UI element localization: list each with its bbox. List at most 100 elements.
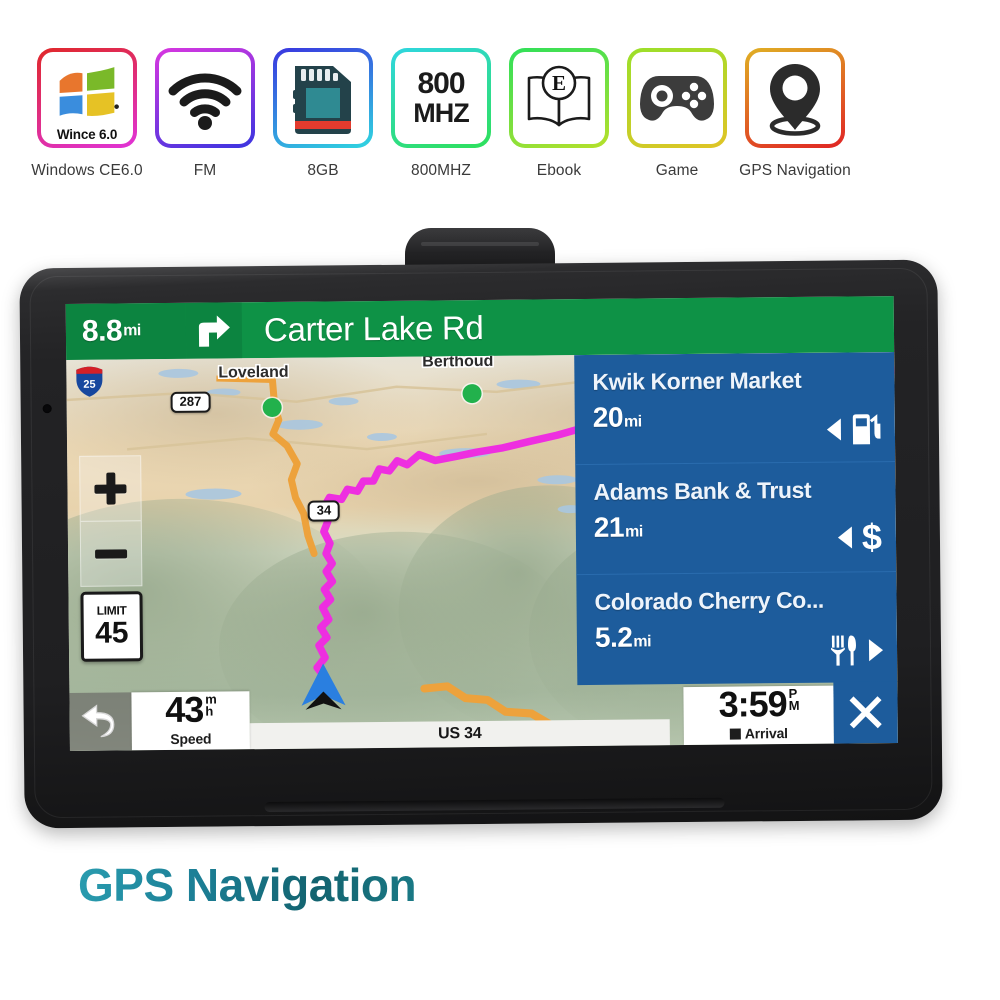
- city-dot: [262, 397, 282, 418]
- wifi-fm-icon: [168, 73, 242, 130]
- feature-label: Windows CE6.0: [31, 162, 143, 179]
- arrow-left-icon: [837, 526, 853, 549]
- city-label: Loveland: [218, 363, 289, 382]
- poi-row[interactable]: Kwik Korner Market 20mi: [574, 352, 896, 466]
- lake: [185, 488, 242, 500]
- wince-version-text: Wince 6.0: [56, 126, 118, 142]
- fuel-pump-icon: [852, 414, 881, 445]
- close-button[interactable]: [833, 681, 898, 744]
- feature-tile: [627, 48, 727, 148]
- feature-ebook[interactable]: E Ebook: [500, 48, 618, 180]
- poi-distance-value: 5.2: [594, 621, 633, 653]
- poi-distance-value: 21: [593, 511, 625, 543]
- feature-fm[interactable]: FM: [146, 48, 264, 180]
- feature-tile: Wince 6.0: [37, 48, 137, 148]
- poi-icons: [829, 634, 884, 667]
- map-canvas[interactable]: Loveland Berthoud 287 34 25 LIMIT 45 Kwi…: [66, 352, 898, 751]
- navigation-banner: 8.8 mi Carter Lake Rd: [65, 296, 895, 360]
- interstate-shield-25: 25: [74, 366, 104, 398]
- next-turn-distance-unit: mi: [123, 322, 141, 340]
- poi-icons: $: [837, 516, 883, 558]
- feature-windows-ce[interactable]: Wince 6.0 Windows CE6.0: [28, 48, 146, 180]
- route-shield-287: 287: [170, 391, 211, 413]
- poi-name: Kwik Korner Market: [592, 366, 802, 395]
- next-street-name: Carter Lake Rd: [263, 308, 484, 349]
- feature-tile: [155, 48, 255, 148]
- arrival-time: 3:59: [718, 683, 787, 725]
- arrival-ampm: P M: [788, 685, 799, 714]
- flag-icon: [729, 728, 741, 740]
- poi-row[interactable]: Colorado Cherry Co... 5.2mi: [576, 572, 897, 685]
- cpu-speed-unit: MHZ: [413, 97, 469, 128]
- city-label: Berthoud: [422, 352, 494, 371]
- city-dot: [462, 383, 482, 404]
- arrival-value-group: 3:59 P M: [718, 683, 799, 725]
- gps-device: 8.8 mi Carter Lake Rd Loveland Berthoud …: [0, 228, 1000, 848]
- feature-icon-strip: Wince 6.0 Windows CE6.0 FM 8GB 800 MHZ 8…: [28, 48, 868, 198]
- feature-tile: 800 MHZ: [391, 48, 491, 148]
- arrow-left-icon: [826, 418, 842, 441]
- device-screen[interactable]: 8.8 mi Carter Lake Rd Loveland Berthoud …: [65, 296, 898, 751]
- dashboard-bar: US 34 43 m h Speed 3:59 P M Arrival: [69, 681, 898, 751]
- speed-caption: Speed: [170, 730, 212, 747]
- arrival-caption: Arrival: [729, 725, 788, 742]
- poi-name: Adams Bank & Trust: [593, 476, 812, 505]
- current-street-name: US 34: [437, 725, 482, 743]
- route-shield-34: 34: [307, 500, 341, 522]
- feature-label: FM: [193, 162, 217, 179]
- poi-distance-unit: mi: [624, 523, 643, 541]
- speed-limit-caption: LIMIT: [96, 603, 127, 618]
- map-pin-icon: [769, 64, 821, 136]
- poi-distance-value: 20: [592, 401, 624, 433]
- poi-distance-unit: mi: [633, 633, 652, 651]
- feature-label: Game: [655, 162, 699, 179]
- feature-tile: [745, 48, 845, 148]
- back-button[interactable]: [69, 692, 132, 751]
- feature-label: 800MHZ: [410, 162, 472, 179]
- zoom-out-button[interactable]: [81, 521, 142, 586]
- feature-gps-navigation[interactable]: GPS Navigation: [736, 48, 854, 180]
- speed-unit: m h: [205, 691, 216, 719]
- next-turn-distance: 8.8 mi: [65, 302, 187, 360]
- feature-cpu-speed[interactable]: 800 MHZ 800MHZ: [382, 48, 500, 180]
- windows-ce-logo-icon: [59, 66, 119, 116]
- gamepad-icon: [640, 76, 714, 121]
- close-x-icon: [849, 696, 882, 729]
- svg-text:E: E: [552, 71, 566, 95]
- speed-value: 43: [165, 688, 204, 731]
- feature-storage[interactable]: 8GB: [264, 48, 382, 180]
- turn-right-icon: [185, 302, 243, 359]
- restaurant-icon: [831, 635, 856, 666]
- speed-tile[interactable]: 43 m h Speed: [131, 688, 250, 751]
- feature-label: 8GB: [307, 162, 339, 179]
- light-sensor: [42, 404, 52, 414]
- poi-row[interactable]: Adams Bank & Trust 21mi $: [575, 462, 897, 576]
- poi-distance-unit: mi: [623, 413, 642, 431]
- speed-limit-sign: LIMIT 45: [80, 591, 144, 662]
- product-infographic: Wince 6.0 Windows CE6.0 FM 8GB 800 MHZ 8…: [0, 0, 1000, 1000]
- poi-name: Colorado Cherry Co...: [594, 586, 824, 615]
- feature-game[interactable]: Game: [618, 48, 736, 180]
- device-body: 8.8 mi Carter Lake Rd Loveland Berthoud …: [19, 259, 943, 829]
- page-title: GPS Navigation: [78, 859, 417, 911]
- sd-card-icon: [293, 66, 351, 134]
- map-zoom-controls[interactable]: [79, 455, 143, 587]
- feature-label: Ebook: [536, 162, 582, 179]
- speed-value-group: 43 m h: [165, 688, 216, 731]
- back-arrow-icon: [81, 704, 115, 738]
- dollar-icon: $: [861, 516, 883, 558]
- feature-label: GPS Navigation: [739, 162, 851, 179]
- speed-limit-value: 45: [94, 616, 129, 650]
- arrival-tile[interactable]: 3:59 P M Arrival: [683, 683, 834, 746]
- poi-panel[interactable]: Kwik Korner Market 20mi Adams Bank & Tru…: [574, 352, 898, 686]
- cpu-speed-value: 800: [417, 66, 465, 100]
- feature-tile: [273, 48, 373, 148]
- svg-text:25: 25: [83, 379, 95, 391]
- current-street-tile: US 34: [249, 719, 670, 750]
- poi-icons: [826, 413, 881, 446]
- arrow-right-icon: [868, 639, 884, 662]
- next-turn-distance-value: 8.8: [81, 314, 123, 348]
- ebook-icon: E: [527, 65, 591, 127]
- feature-tile: E: [509, 48, 609, 148]
- zoom-in-button[interactable]: [80, 456, 141, 521]
